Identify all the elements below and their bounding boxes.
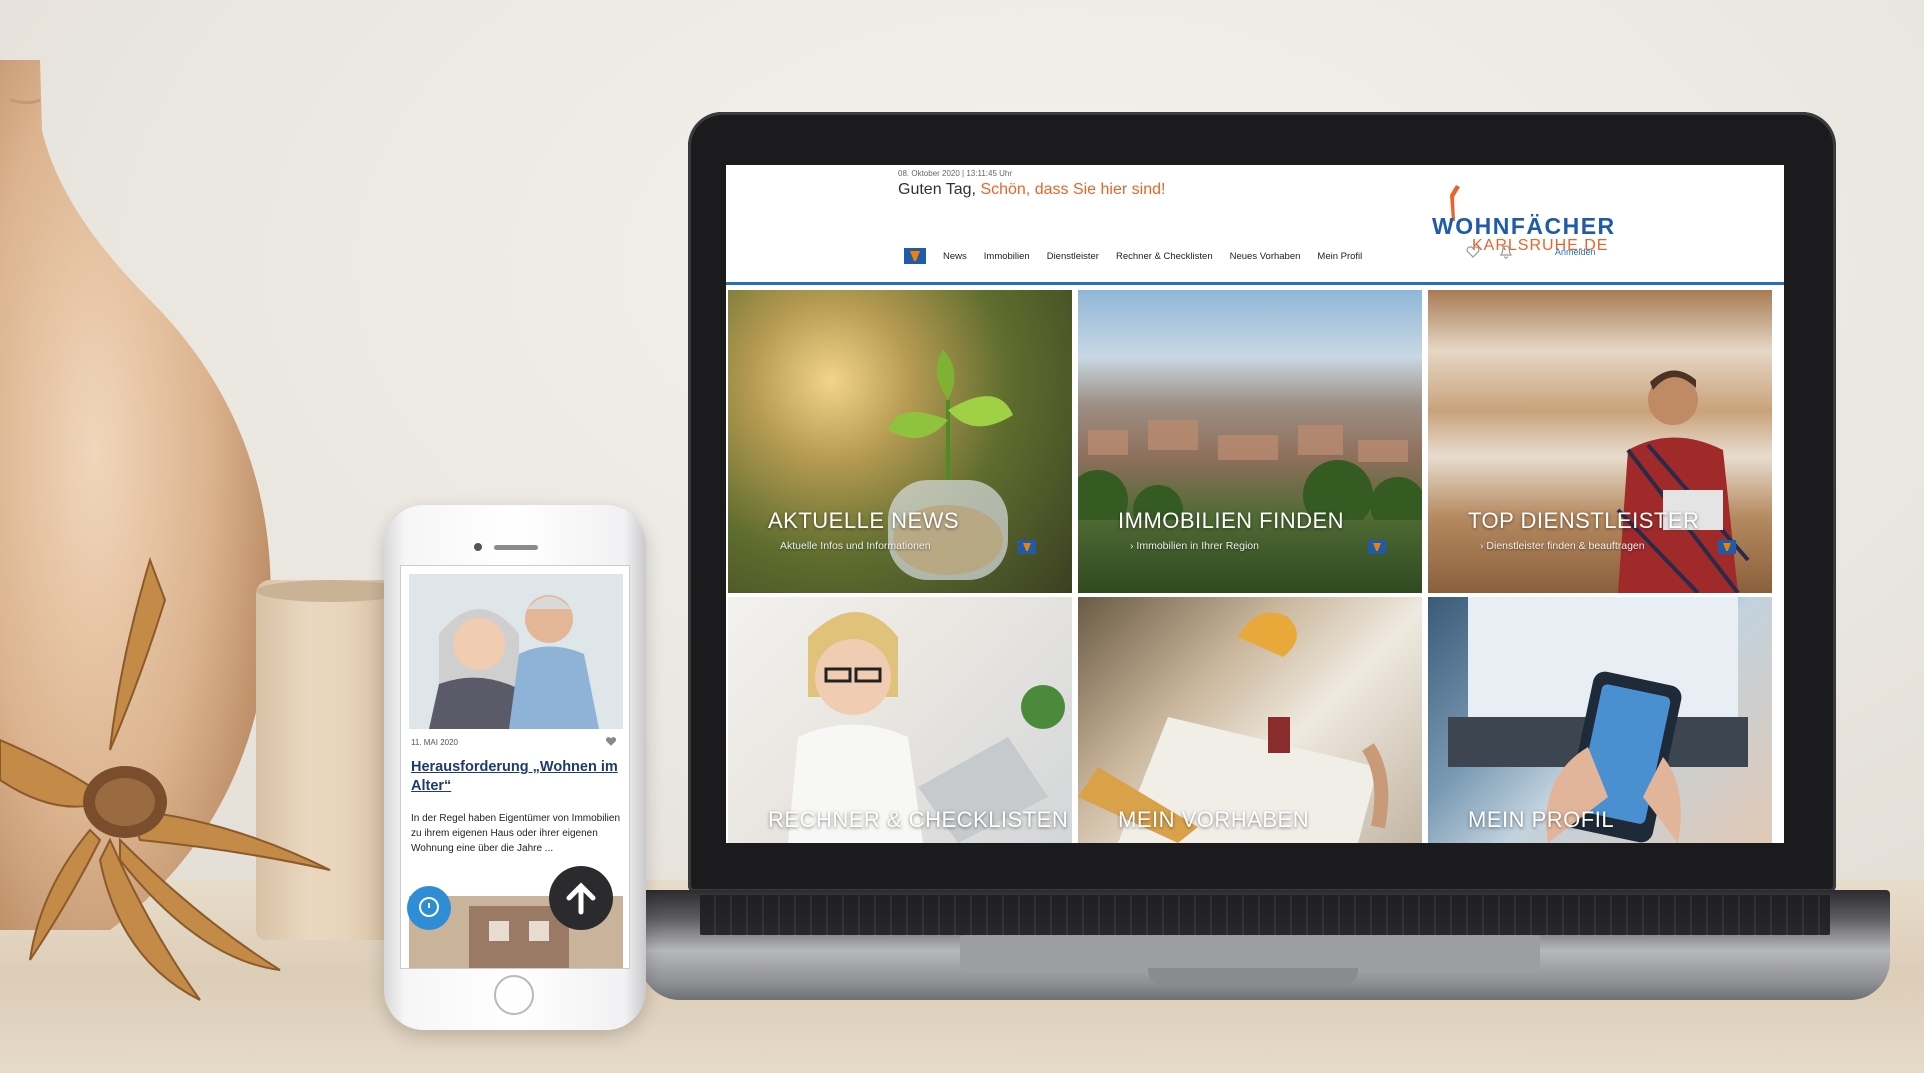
greeting-accent: Schön, dass Sie hier sind! xyxy=(980,181,1166,198)
heart-icon[interactable] xyxy=(605,736,617,747)
laptop-trackpad xyxy=(960,935,1540,970)
scroll-top-button[interactable] xyxy=(549,866,613,930)
site-header: 08. Oktober 2020 | 13:11:45 Uhr Guten Ta… xyxy=(726,165,1784,285)
tile-profil-title: MEIN PROFIL xyxy=(1468,807,1615,832)
plant-jar-illustration xyxy=(888,350,1013,580)
home-button[interactable] xyxy=(494,975,534,1015)
smartphone: 11. MAI 2020 Herausforderung „Wohnen im … xyxy=(384,505,646,1030)
chat-icon xyxy=(419,897,439,917)
laptop-notch xyxy=(1148,968,1358,986)
nav-item-profil[interactable]: Mein Profil xyxy=(1317,251,1362,262)
chat-button[interactable] xyxy=(407,886,451,930)
heart-icon[interactable] xyxy=(1466,246,1480,258)
laptop-keyboard xyxy=(700,895,1830,935)
tile-vorhaben[interactable]: MEIN VORHABEN xyxy=(1078,597,1422,843)
phone-camera xyxy=(474,543,482,551)
article-teaser: In der Regel haben Eigentümer von Immobi… xyxy=(411,813,621,854)
bank-badge-icon xyxy=(1018,540,1036,554)
phone-speaker xyxy=(494,545,538,550)
main-nav: News Immobilien Dienstleister Rechner & … xyxy=(904,245,1362,267)
nav-item-dienstleister[interactable]: Dienstleister xyxy=(1047,251,1099,262)
bell-icon[interactable] xyxy=(1500,245,1512,259)
nav-item-rechner[interactable]: Rechner & Checklisten xyxy=(1116,251,1213,262)
logo-text-primary: WOHNFÄCHER xyxy=(1432,213,1616,239)
bank-badge-icon xyxy=(1368,540,1386,554)
phone-screen: 11. MAI 2020 Herausforderung „Wohnen im … xyxy=(400,565,630,969)
laptop-screen: 08. Oktober 2020 | 13:11:45 Uhr Guten Ta… xyxy=(726,165,1784,843)
header-icons xyxy=(1466,245,1512,259)
article-title[interactable]: Herausforderung „Wohnen im Alter“ xyxy=(411,758,621,796)
nav-item-immobilien[interactable]: Immobilien xyxy=(984,251,1030,262)
tile-vorhaben-title: MEIN VORHABEN xyxy=(1118,807,1310,832)
tile-rechner-title: RECHNER & CHECKLISTEN xyxy=(768,807,1069,832)
tile-rechner[interactable]: RECHNER & CHECKLISTEN xyxy=(728,597,1072,843)
arrow-up-icon xyxy=(566,882,596,915)
nav-item-news[interactable]: News xyxy=(943,251,967,262)
tile-profil[interactable]: MEIN PROFIL xyxy=(1428,597,1772,843)
bank-badge-icon xyxy=(1718,540,1736,554)
tile-immobilien-subtitle: › Immobilien in Ihrer Region xyxy=(1130,540,1259,552)
dried-flower xyxy=(0,556,331,1001)
tile-dienstleister-title: TOP DIENSTLEISTER xyxy=(1468,508,1700,533)
tile-dienstleister-subtitle: › Dienstleister finden & beauftragen xyxy=(1480,540,1645,552)
craftsman-illustration xyxy=(1616,370,1750,593)
nav-item-vorhaben[interactable]: Neues Vorhaben xyxy=(1230,251,1301,262)
bank-logo-icon[interactable] xyxy=(904,248,926,264)
greeting-prefix: Guten Tag, xyxy=(898,181,976,198)
article-photo[interactable] xyxy=(409,574,623,729)
tile-news-title: AKTUELLE NEWS xyxy=(768,508,960,533)
login-link[interactable]: Anmelden xyxy=(1555,247,1596,257)
tile-dienstleister[interactable]: TOP DIENSTLEISTER › Dienstleister finden… xyxy=(1428,290,1772,593)
greeting: Guten Tag, Schön, dass Sie hier sind! xyxy=(898,181,1165,199)
tile-news[interactable]: AKTUELLE NEWS Aktuelle Infos und Informa… xyxy=(728,290,1072,593)
tile-immobilien[interactable]: IMMOBILIEN FINDEN › Immobilien in Ihrer … xyxy=(1078,290,1422,593)
city-illustration xyxy=(1078,420,1422,520)
date-line: 08. Oktober 2020 | 13:11:45 Uhr xyxy=(898,169,1013,178)
article-date: 11. MAI 2020 xyxy=(411,738,458,747)
tile-immobilien-title: IMMOBILIEN FINDEN xyxy=(1118,508,1345,533)
tile-news-subtitle: Aktuelle Infos und Informationen xyxy=(780,540,931,552)
site-logo[interactable]: WOHNFÄCHER KARLSRUHE.DE xyxy=(1432,185,1632,255)
